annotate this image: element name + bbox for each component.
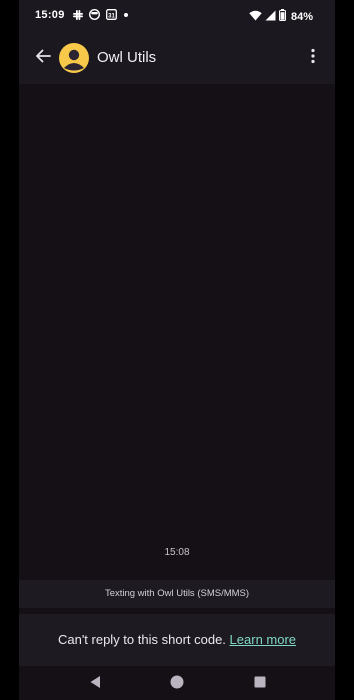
- more-options-button[interactable]: [301, 46, 325, 70]
- person-avatar-icon: [59, 49, 89, 73]
- nav-home-button[interactable]: [169, 675, 185, 694]
- nav-home-icon: [170, 675, 184, 694]
- slack-icon: [73, 9, 83, 20]
- nav-back-button[interactable]: [87, 675, 103, 694]
- nav-recents-icon: [254, 675, 266, 693]
- texting-with-banner: Texting with Owl Utils (SMS/MMS): [19, 580, 335, 608]
- nav-back-icon: [89, 675, 101, 694]
- calendar-icon: 31: [106, 9, 117, 20]
- battery-percent: 84%: [290, 10, 313, 23]
- battery-icon: [278, 9, 286, 24]
- dot-icon: [123, 12, 129, 18]
- back-button[interactable]: [31, 46, 55, 70]
- arrow-back-icon: [35, 48, 51, 69]
- more-vert-icon: [311, 48, 315, 69]
- calendar-day: 31: [108, 13, 115, 19]
- notification-icons: 31: [73, 9, 129, 20]
- cant-reply-notice: Can't reply to this short code. Learn mo…: [19, 614, 335, 666]
- navigation-bar: [19, 666, 335, 700]
- wifi-icon: [249, 10, 262, 24]
- nav-recents-button[interactable]: [252, 676, 268, 692]
- face-icon: [89, 9, 100, 20]
- phone-frame: 15:09 31 84% Owl Utils 15:08 Texting wit…: [0, 0, 354, 700]
- screen: 15:09 31 84% Owl Utils 15:08 Texting wit…: [19, 0, 335, 700]
- contact-avatar[interactable]: [59, 43, 89, 73]
- signal-icon: [265, 10, 276, 24]
- status-time: 15:09: [35, 9, 65, 21]
- message-timestamp: 15:08: [164, 547, 190, 558]
- message-list[interactable]: 15:08: [19, 84, 335, 580]
- contact-name[interactable]: Owl Utils: [97, 49, 156, 66]
- status-bar: 15:09 31 84%: [19, 0, 335, 32]
- cant-reply-text: Can't reply to this short code.: [57, 632, 226, 647]
- app-bar: Owl Utils: [19, 32, 335, 84]
- system-status-icons: 84%: [249, 9, 313, 24]
- learn-more-link[interactable]: Learn more: [230, 632, 296, 647]
